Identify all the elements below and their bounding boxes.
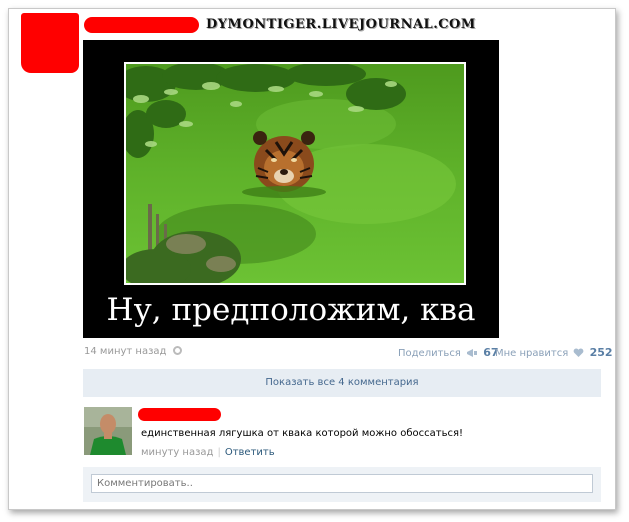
gear-icon[interactable]	[172, 346, 182, 355]
like-count: 252	[589, 346, 613, 359]
commenter-name-redacted[interactable]	[138, 408, 221, 421]
comment-time[interactable]: минуту назад	[141, 447, 213, 458]
comment-text: единственная лягушка от квака которой мо…	[141, 428, 463, 439]
separator: |	[217, 447, 221, 458]
heart-icon	[574, 348, 584, 357]
comment-bar: Комментировать..	[83, 467, 601, 502]
reply-link[interactable]: Ответить	[225, 447, 275, 458]
show-all-comments-button[interactable]: Показать все 4 комментария	[83, 369, 601, 397]
post-time-text[interactable]: 14 минут назад	[84, 346, 166, 357]
author-avatar-redacted[interactable]	[21, 13, 79, 73]
share-label[interactable]: Поделиться	[398, 348, 461, 359]
poster-caption: Ну, предположим, ква	[106, 292, 476, 328]
watermark: DYMONTIGER.LIVEJOURNAL.COM	[206, 17, 476, 32]
author-name-redacted[interactable]	[84, 17, 199, 33]
comment-meta: минуту назад | Ответить	[141, 447, 275, 458]
share-button[interactable]: Поделиться 67	[398, 346, 499, 359]
comment-input[interactable]: Комментировать..	[91, 474, 593, 493]
megaphone-icon	[467, 349, 478, 357]
like-label[interactable]: Мне нравится	[495, 348, 568, 359]
demotivator-poster[interactable]: Ну, предположим, ква	[83, 40, 499, 338]
post-time[interactable]: 14 минут назад	[84, 346, 182, 357]
commenter-avatar[interactable]	[84, 407, 132, 455]
tiger-photo	[124, 62, 466, 285]
like-button[interactable]: Мне нравится 252	[495, 346, 613, 359]
